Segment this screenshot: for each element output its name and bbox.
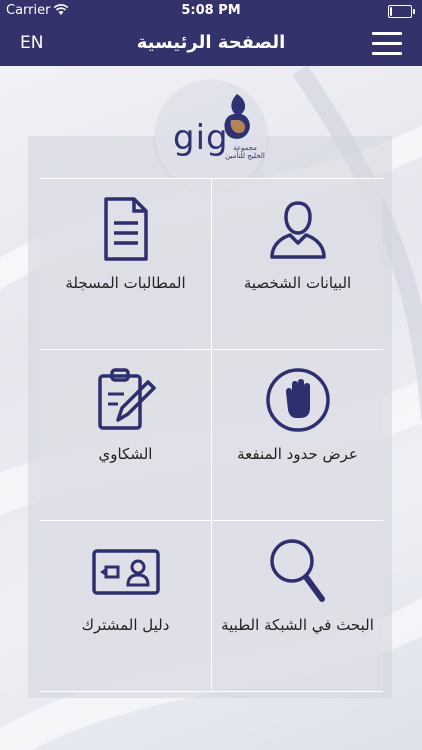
page-title: الصفحة الرئيسية	[136, 32, 286, 53]
clock: 5:08 PM	[181, 3, 241, 18]
menu-icon[interactable]	[372, 32, 402, 56]
menu-item-label: الشكاوي	[98, 445, 153, 463]
logo-tagline: مجموعة الخليج للتأمين	[225, 144, 265, 160]
hand-stop-icon	[265, 368, 330, 432]
menu-item-personal-data[interactable]: البيانات الشخصية	[212, 179, 383, 350]
menu-grid: البيانات الشخصية المطالبات المسجلة عرض ح…	[40, 178, 384, 692]
menu-item-label: عرض حدود المنفعة	[237, 445, 358, 463]
menu-item-benefit-limits[interactable]: عرض حدود المنفعة	[212, 350, 383, 521]
menu-item-registered-claims[interactable]: المطالبات المسجلة	[40, 179, 212, 350]
document-icon	[103, 197, 148, 261]
battery-icon	[388, 5, 415, 18]
status-bar: Carrier 5:08 PM	[0, 0, 422, 22]
menu-item-label: البيانات الشخصية	[243, 274, 352, 292]
menu-item-member-guide[interactable]: دليل المشترك	[40, 521, 212, 692]
member-card-icon	[91, 549, 160, 595]
magnifier-icon	[269, 539, 325, 602]
menu-item-label: المطالبات المسجلة	[65, 274, 186, 292]
clipboard-pencil-icon	[97, 368, 156, 430]
menu-item-label: البحث في الشبكة الطبية	[221, 616, 374, 634]
gig-logo: gig مجموعة الخليج للتأمين	[155, 80, 267, 192]
menu-item-label: دليل المشترك	[81, 616, 170, 634]
navigation-bar: EN الصفحة الرئيسية	[0, 22, 422, 66]
menu-item-complaints[interactable]: الشكاوي	[40, 350, 212, 521]
person-icon	[269, 201, 326, 259]
menu-item-medical-network-search[interactable]: البحث في الشبكة الطبية	[212, 521, 383, 692]
logo-text: gig	[173, 118, 229, 158]
